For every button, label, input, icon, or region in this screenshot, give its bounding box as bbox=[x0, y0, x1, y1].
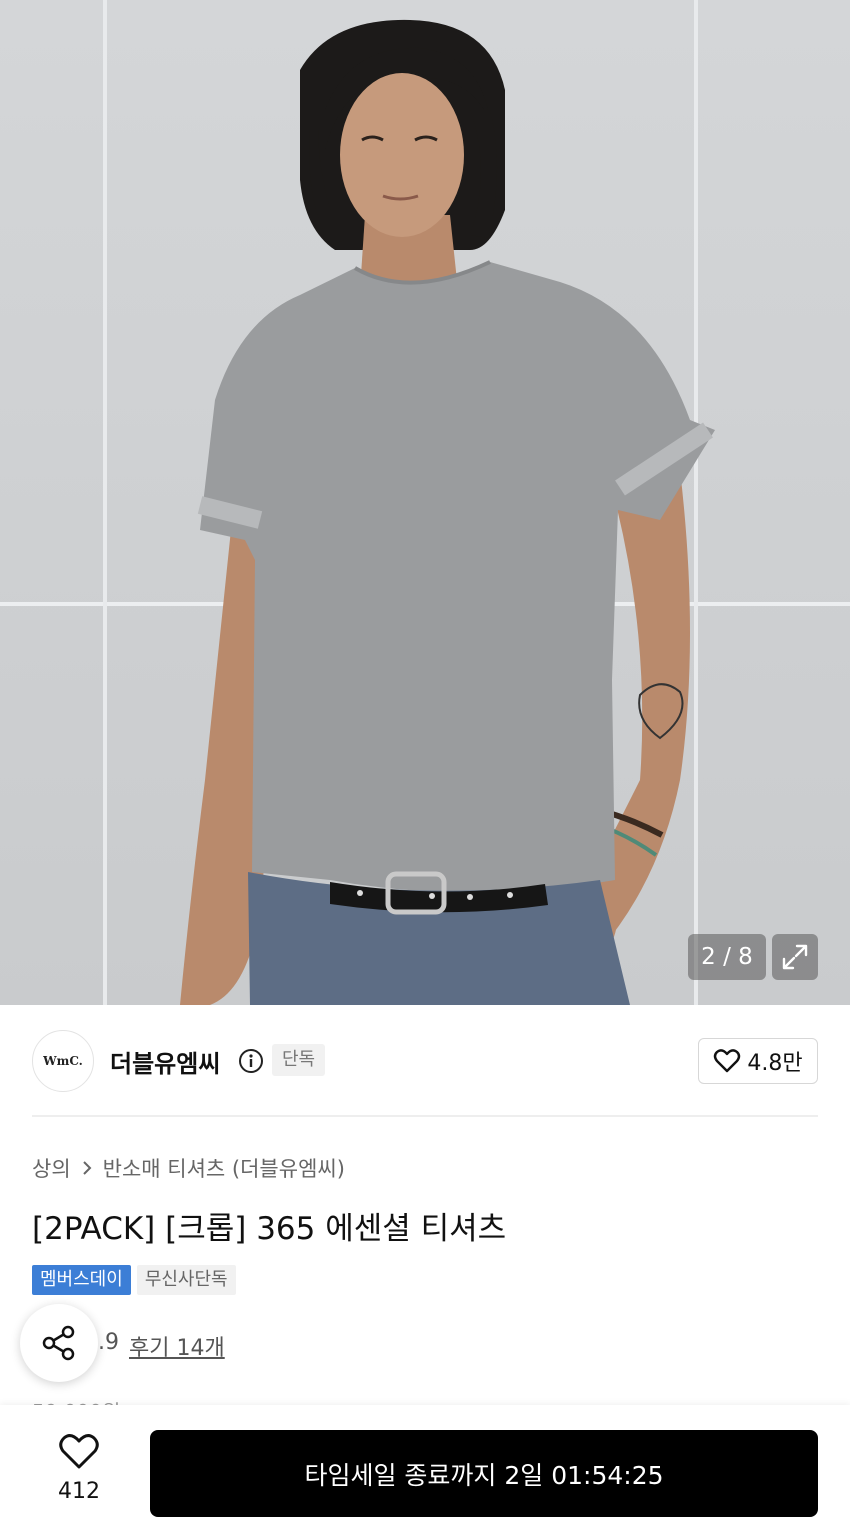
expand-arrows-icon bbox=[782, 944, 808, 970]
image-counter: 2 / 8 bbox=[688, 934, 766, 980]
brand-logo[interactable]: WmC. bbox=[32, 1030, 94, 1092]
brand-name[interactable]: 더블유엠씨 bbox=[110, 1044, 220, 1079]
badge-exclusive: 무신사단독 bbox=[136, 1265, 236, 1295]
badge-list: 멤버스데이 무신사단독 bbox=[32, 1265, 236, 1295]
divider bbox=[32, 1115, 818, 1117]
expand-button[interactable] bbox=[772, 934, 818, 980]
heart-outline-icon bbox=[714, 1049, 741, 1073]
info-circle-icon[interactable] bbox=[238, 1048, 264, 1074]
breadcrumb-subcategory[interactable]: 반소매 티셔츠 (더블유엠씨) bbox=[103, 1153, 345, 1183]
product-title: [2PACK] [크롭] 365 에센셜 티셔츠 bbox=[32, 1211, 507, 1247]
breadcrumb: 상의 반소매 티셔츠 (더블유엠씨) bbox=[32, 1153, 345, 1183]
time-sale-button[interactable]: 타임세일 종료까지 2일 01:54:25 bbox=[150, 1430, 818, 1517]
model-illustration bbox=[180, 19, 715, 1005]
breadcrumb-category[interactable]: 상의 bbox=[32, 1153, 71, 1183]
share-icon bbox=[42, 1325, 75, 1361]
product-image[interactable]: 2 / 8 bbox=[0, 0, 850, 1005]
heart-outline-icon bbox=[59, 1434, 99, 1469]
review-link[interactable]: 후기 14개 bbox=[129, 1330, 225, 1362]
brand-like-button[interactable]: 4.8만 bbox=[698, 1038, 818, 1084]
share-button[interactable] bbox=[20, 1304, 98, 1382]
brand-like-count: 4.8만 bbox=[747, 1051, 803, 1076]
brand-row: WmC. 더블유엠씨 단독 4.8만 bbox=[32, 1028, 818, 1094]
badge-members-day: 멤버스데이 bbox=[32, 1265, 131, 1295]
bottom-action-bar: 412 타임세일 종료까지 2일 01:54:25 bbox=[0, 1405, 850, 1524]
chevron-right-icon bbox=[82, 1161, 92, 1175]
wish-button[interactable]: 412 bbox=[30, 1433, 128, 1504]
exclusive-tag: 단독 bbox=[272, 1044, 326, 1076]
rating-row: 4.9 후기 14개 bbox=[84, 1330, 225, 1362]
wish-count: 412 bbox=[58, 1479, 100, 1504]
